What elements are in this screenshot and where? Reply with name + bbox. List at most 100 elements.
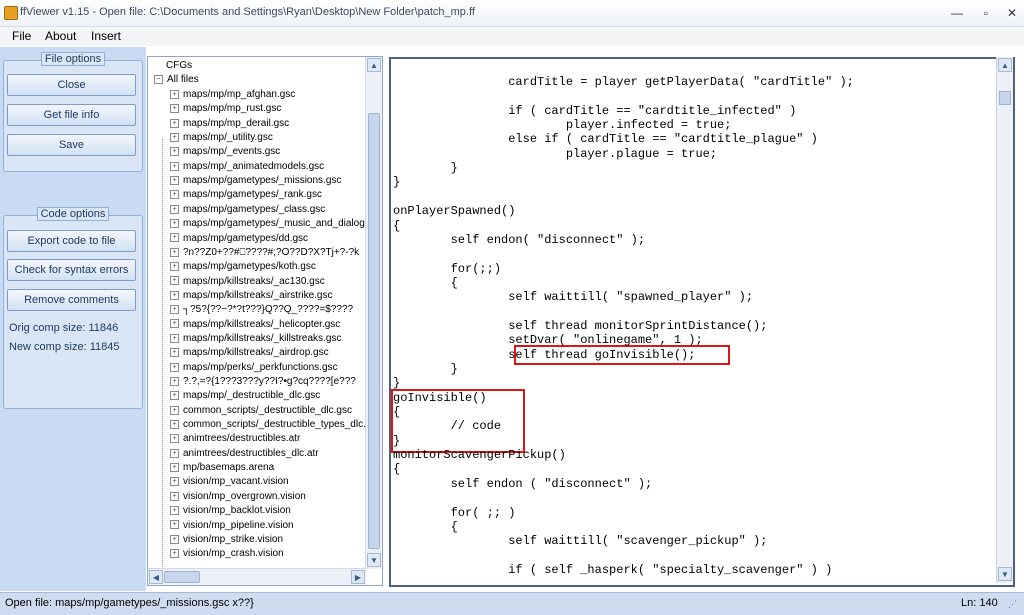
- expand-icon[interactable]: +: [170, 448, 179, 458]
- expand-icon[interactable]: +: [170, 477, 179, 487]
- expand-icon[interactable]: +: [170, 333, 179, 343]
- expand-icon[interactable]: +: [170, 405, 179, 415]
- expand-icon[interactable]: +: [170, 290, 179, 300]
- expand-icon[interactable]: +: [170, 147, 179, 157]
- scroll-right-icon[interactable]: ▶: [351, 570, 365, 584]
- resize-grip-icon[interactable]: ⋰: [1008, 599, 1020, 611]
- tree-item-label: maps/mp/killstreaks/_airstrike.gsc: [183, 289, 333, 301]
- tree-item[interactable]: + animtrees/destructibles.atr: [170, 433, 300, 447]
- expand-icon[interactable]: +: [170, 520, 179, 530]
- new-comp-size: New comp size: 11845: [9, 341, 120, 353]
- scroll-up-icon[interactable]: ▲: [367, 58, 381, 72]
- expand-icon[interactable]: +: [170, 89, 179, 99]
- tree-item[interactable]: + maps/mp/_destructible_dlc.gsc: [170, 390, 320, 404]
- expand-icon[interactable]: +: [170, 262, 179, 272]
- code-scroll-down-icon[interactable]: ▼: [998, 567, 1012, 581]
- expand-icon[interactable]: +: [170, 190, 179, 200]
- tree-item[interactable]: + maps/mp/mp_derail.gsc: [170, 118, 289, 132]
- file-tree[interactable]: CFGs − All files + maps/mp/mp_afghan.gsc + m…: [147, 56, 383, 586]
- tree-item[interactable]: + maps/mp/gametypes/koth.gsc: [170, 261, 316, 275]
- menu-insert[interactable]: Insert: [91, 29, 121, 43]
- tree-item[interactable]: + maps/mp/gametypes/_rank.gsc: [170, 189, 322, 203]
- tree-item[interactable]: + ?.?,=?{1???3???y??I?•g?cq????[e???: [170, 376, 356, 390]
- expand-icon[interactable]: +: [170, 161, 179, 171]
- tree-item[interactable]: + maps/mp/mp_afghan.gsc: [170, 89, 295, 103]
- tree-item[interactable]: + maps/mp/_utility.gsc: [170, 132, 273, 146]
- scroll-left-icon[interactable]: ◀: [149, 570, 163, 584]
- expand-icon[interactable]: +: [170, 362, 179, 372]
- tree-node-cfgs[interactable]: CFGs: [166, 60, 192, 71]
- expand-icon[interactable]: +: [170, 305, 179, 315]
- expand-icon[interactable]: +: [170, 276, 179, 286]
- maximize-button[interactable]: ▫: [972, 3, 1000, 23]
- remove-comments-button[interactable]: Remove comments: [7, 289, 136, 311]
- menu-file[interactable]: File: [12, 29, 31, 43]
- tree-node-all-files[interactable]: − All files: [154, 74, 199, 85]
- expand-icon[interactable]: +: [170, 132, 179, 142]
- tree-item[interactable]: + ?n??Z0+??#⎕????#;?O??D?X?Tj+?-?k: [170, 247, 359, 261]
- tree-item[interactable]: + animtrees/destructibles_dlc.atr: [170, 448, 319, 462]
- code-editor[interactable]: cardTitle = player getPlayerData( "cardT…: [389, 57, 1015, 587]
- tree-item[interactable]: + maps/mp/gametypes/dd.gsc: [170, 233, 308, 247]
- expand-icon[interactable]: +: [170, 534, 179, 544]
- tree-item[interactable]: + maps/mp/killstreaks/_ac130.gsc: [170, 276, 325, 290]
- close-window-button[interactable]: ✕: [998, 3, 1024, 23]
- expand-icon[interactable]: +: [170, 104, 179, 114]
- tree-item[interactable]: + vision/mp_overgrown.vision: [170, 491, 306, 505]
- tree-item[interactable]: + vision/mp_strike.vision: [170, 534, 283, 548]
- expand-icon[interactable]: +: [170, 491, 179, 501]
- close-file-button[interactable]: Close: [7, 74, 136, 96]
- check-syntax-button[interactable]: Check for syntax errors: [7, 259, 136, 281]
- tree-item[interactable]: + maps/mp/killstreaks/_airstrike.gsc: [170, 290, 332, 304]
- expand-icon[interactable]: +: [170, 419, 179, 429]
- expand-icon[interactable]: +: [170, 376, 179, 386]
- code-scroll-up-icon[interactable]: ▲: [998, 58, 1012, 72]
- scroll-down-icon[interactable]: ▼: [367, 553, 381, 567]
- tree-horizontal-scrollbar[interactable]: ◀ ▶: [148, 568, 366, 585]
- tree-item[interactable]: + ┐?5?{??−?*?t???}Q??Q_????=$????: [170, 304, 353, 318]
- tree-item[interactable]: + maps/mp/_events.gsc: [170, 146, 280, 160]
- expand-icon[interactable]: +: [170, 175, 179, 185]
- expand-icon[interactable]: +: [170, 506, 179, 515]
- tree-item[interactable]: + maps/mp/killstreaks/_helicopter.gsc: [170, 319, 340, 333]
- expand-icon[interactable]: +: [170, 462, 179, 472]
- expand-icon[interactable]: +: [170, 348, 179, 358]
- save-button[interactable]: Save: [7, 134, 136, 156]
- collapse-icon[interactable]: −: [154, 74, 163, 84]
- expand-icon[interactable]: +: [170, 219, 179, 228]
- tree-item[interactable]: + common_scripts/_destructible_types_dlc.…: [170, 419, 366, 433]
- tree-scroll-thumb[interactable]: [368, 113, 380, 549]
- tree-hscroll-thumb[interactable]: [164, 571, 200, 583]
- expand-icon[interactable]: +: [170, 233, 179, 243]
- tree-item[interactable]: + maps/mp/gametypes/_class.gsc: [170, 204, 325, 218]
- expand-icon[interactable]: +: [170, 319, 179, 329]
- title-bar[interactable]: ffViewer v1.15 - Open file: C:\Documents…: [0, 0, 1024, 27]
- tree-item[interactable]: + vision/mp_crash.vision: [170, 548, 284, 562]
- expand-icon[interactable]: +: [170, 204, 179, 214]
- tree-item[interactable]: + maps/mp/killstreaks/_killstreaks.gsc: [170, 333, 341, 347]
- tree-item[interactable]: + common_scripts/_destructible_dlc.gsc: [170, 405, 352, 419]
- expand-icon[interactable]: +: [170, 549, 179, 559]
- tree-item[interactable]: + vision/mp_pipeline.vision: [170, 520, 294, 534]
- tree-item[interactable]: + maps/mp/mp_rust.gsc: [170, 103, 281, 117]
- expand-icon[interactable]: +: [170, 391, 179, 401]
- tree-item[interactable]: + maps/mp/killstreaks/_airdrop.gsc: [170, 347, 329, 361]
- get-file-info-button[interactable]: Get file info: [7, 104, 136, 126]
- code-scroll-thumb[interactable]: [999, 91, 1011, 105]
- tree-item-label: ?.?,=?{1???3???y??I?•g?cq????[e???: [183, 376, 356, 387]
- tree-item[interactable]: + maps/mp/gametypes/_music_and_dialog.gsc: [170, 218, 366, 232]
- export-code-button[interactable]: Export code to file: [7, 230, 136, 252]
- tree-item[interactable]: + mp/basemaps.arena: [170, 462, 274, 476]
- expand-icon[interactable]: +: [170, 247, 179, 257]
- menu-about[interactable]: About: [45, 29, 76, 43]
- tree-item[interactable]: + maps/mp/gametypes/_missions.gsc: [170, 175, 341, 189]
- tree-item[interactable]: + maps/mp/perks/_perkfunctions.gsc: [170, 362, 338, 376]
- minimize-button[interactable]: —: [943, 3, 971, 23]
- tree-item[interactable]: + vision/mp_vacant.vision: [170, 476, 289, 490]
- tree-vertical-scrollbar[interactable]: ▲ ▼: [365, 57, 382, 569]
- tree-item[interactable]: + vision/mp_backlot.vision: [170, 505, 291, 519]
- expand-icon[interactable]: +: [170, 434, 179, 444]
- code-vertical-scrollbar[interactable]: ▲ ▼: [996, 57, 1013, 583]
- tree-item[interactable]: + maps/mp/_animatedmodels.gsc: [170, 161, 324, 175]
- expand-icon[interactable]: +: [170, 118, 179, 128]
